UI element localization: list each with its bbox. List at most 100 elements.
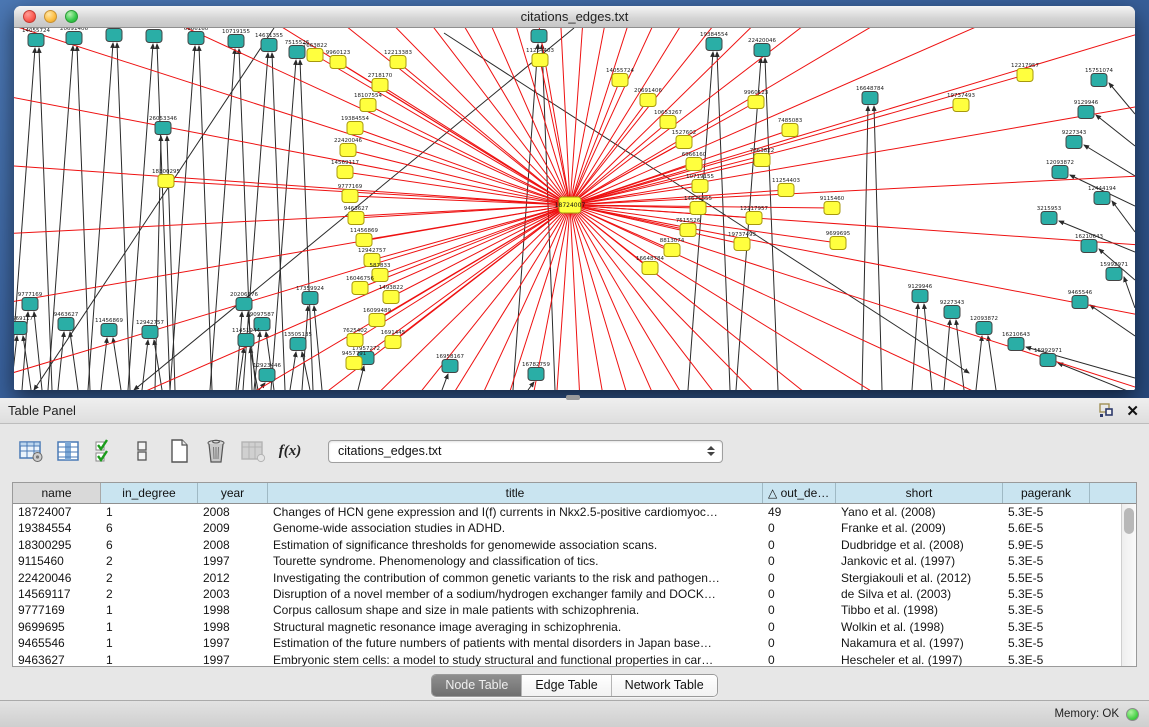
graph-node[interactable] bbox=[290, 338, 306, 351]
column-header-out_de[interactable]: △ out_de… bbox=[763, 483, 836, 503]
graph-node[interactable] bbox=[1008, 338, 1024, 351]
graph-node[interactable] bbox=[1106, 268, 1122, 281]
graph-node[interactable] bbox=[660, 116, 676, 129]
graph-node[interactable] bbox=[372, 79, 388, 92]
tab-edge-table[interactable]: Edge Table bbox=[522, 675, 611, 696]
graph-node[interactable] bbox=[1017, 69, 1033, 82]
graph-node[interactable] bbox=[236, 298, 252, 311]
graph-node[interactable] bbox=[442, 360, 458, 373]
graph-node[interactable] bbox=[862, 92, 878, 105]
graph-node[interactable] bbox=[228, 35, 244, 48]
close-window-button[interactable] bbox=[23, 10, 36, 23]
graph-node[interactable] bbox=[22, 298, 38, 311]
graph-node[interactable] bbox=[28, 34, 44, 47]
graph-node[interactable] bbox=[824, 202, 840, 215]
table-row[interactable]: 1830029562008Estimation of significance … bbox=[13, 537, 1136, 553]
merge-cells-icon[interactable] bbox=[129, 438, 155, 464]
graph-node[interactable] bbox=[369, 314, 385, 327]
graph-node[interactable] bbox=[340, 144, 356, 157]
column-header-year[interactable]: year bbox=[198, 483, 268, 503]
graph-node[interactable] bbox=[188, 32, 204, 45]
table-row[interactable]: 1872400712008Changes of HCN gene express… bbox=[13, 504, 1136, 520]
graph-node[interactable] bbox=[352, 282, 368, 295]
new-column-icon[interactable] bbox=[166, 438, 192, 464]
graph-node[interactable] bbox=[372, 269, 388, 282]
table-settings-icon[interactable] bbox=[18, 438, 44, 464]
graph-node[interactable] bbox=[686, 158, 702, 171]
graph-node[interactable] bbox=[912, 290, 928, 303]
table-row[interactable]: 2242004622012Investigating the contribut… bbox=[13, 570, 1136, 586]
tab-network-table[interactable]: Network Table bbox=[612, 675, 717, 696]
graph-node[interactable] bbox=[1078, 106, 1094, 119]
graph-node[interactable] bbox=[330, 56, 346, 69]
column-visibility-icon[interactable] bbox=[55, 438, 81, 464]
network-view-canvas[interactable]: 1405572420691406106532671527602696616010… bbox=[14, 28, 1135, 390]
graph-node[interactable] bbox=[106, 29, 122, 42]
graph-node[interactable] bbox=[612, 74, 628, 87]
graph-node[interactable] bbox=[746, 212, 762, 225]
delete-column-icon[interactable] bbox=[203, 438, 229, 464]
graph-node[interactable] bbox=[778, 184, 794, 197]
tab-node-table[interactable]: Node Table bbox=[432, 675, 522, 696]
table-row[interactable]: 911546021997Tourette syndrome. Phenomeno… bbox=[13, 553, 1136, 569]
column-header-pagerank[interactable]: pagerank bbox=[1003, 483, 1090, 503]
graph-node[interactable] bbox=[692, 180, 708, 193]
graph-node[interactable] bbox=[307, 49, 323, 62]
graph-node[interactable] bbox=[261, 39, 277, 52]
graph-node[interactable] bbox=[58, 318, 74, 331]
graph-node[interactable] bbox=[238, 334, 254, 347]
graph-node[interactable] bbox=[302, 292, 318, 305]
graph-node[interactable] bbox=[676, 136, 692, 149]
memory-ok-indicator-icon[interactable] bbox=[1126, 708, 1139, 721]
graph-node[interactable] bbox=[342, 190, 358, 203]
graph-node[interactable] bbox=[347, 122, 363, 135]
graph-node[interactable] bbox=[528, 368, 544, 381]
graph-node[interactable] bbox=[1041, 212, 1057, 225]
graph-node[interactable] bbox=[142, 326, 158, 339]
graph-node[interactable] bbox=[390, 56, 406, 69]
graph-node[interactable] bbox=[734, 238, 750, 251]
close-panel-icon[interactable]: ✕ bbox=[1126, 402, 1139, 420]
column-header-short[interactable]: short bbox=[836, 483, 1003, 503]
graph-node[interactable] bbox=[1091, 74, 1107, 87]
table-row[interactable]: 946554611997Estimation of the future num… bbox=[13, 635, 1136, 651]
graph-node[interactable] bbox=[680, 224, 696, 237]
graph-node[interactable] bbox=[155, 122, 171, 135]
graph-node[interactable] bbox=[754, 154, 770, 167]
graph-node[interactable] bbox=[706, 38, 722, 51]
graph-node[interactable] bbox=[356, 234, 372, 247]
table-row[interactable]: 946362711997Embryonic stem cells: a mode… bbox=[13, 652, 1136, 666]
graph-node[interactable] bbox=[146, 30, 162, 43]
select-rows-icon[interactable] bbox=[92, 438, 118, 464]
graph-node[interactable] bbox=[953, 99, 969, 112]
graph-node[interactable] bbox=[1072, 296, 1088, 309]
graph-node[interactable] bbox=[158, 175, 174, 188]
zoom-window-button[interactable] bbox=[65, 10, 78, 23]
graph-node[interactable] bbox=[531, 30, 547, 43]
graph-node[interactable] bbox=[259, 369, 275, 382]
network-window-titlebar[interactable]: citations_edges.txt bbox=[14, 6, 1135, 28]
column-header-name[interactable]: name bbox=[13, 483, 101, 503]
graph-node[interactable] bbox=[1066, 136, 1082, 149]
graph-node[interactable] bbox=[348, 212, 364, 225]
graph-node[interactable] bbox=[976, 322, 992, 335]
graph-node[interactable] bbox=[830, 237, 846, 250]
graph-node[interactable] bbox=[1094, 192, 1110, 205]
column-header-in_degree[interactable]: in_degree bbox=[101, 483, 198, 503]
graph-node[interactable] bbox=[754, 44, 770, 57]
scrollbar-thumb[interactable] bbox=[1124, 508, 1134, 534]
graph-node[interactable] bbox=[347, 334, 363, 347]
function-builder-icon[interactable]: f(x) bbox=[277, 438, 303, 464]
splitter-handle[interactable] bbox=[566, 395, 580, 400]
graph-node[interactable] bbox=[532, 54, 548, 67]
graph-node[interactable] bbox=[346, 357, 362, 370]
graph-node[interactable] bbox=[14, 322, 27, 335]
table-row[interactable]: 1456911722003Disruption of a novel membe… bbox=[13, 586, 1136, 602]
column-header-title[interactable]: title bbox=[268, 483, 763, 503]
graph-node[interactable] bbox=[1052, 166, 1068, 179]
float-panel-icon[interactable] bbox=[1098, 403, 1114, 418]
graph-node[interactable] bbox=[385, 336, 401, 349]
graph-node[interactable] bbox=[640, 94, 656, 107]
graph-node[interactable] bbox=[690, 202, 706, 215]
table-row[interactable]: 977716911998Corpus callosum shape and si… bbox=[13, 602, 1136, 618]
